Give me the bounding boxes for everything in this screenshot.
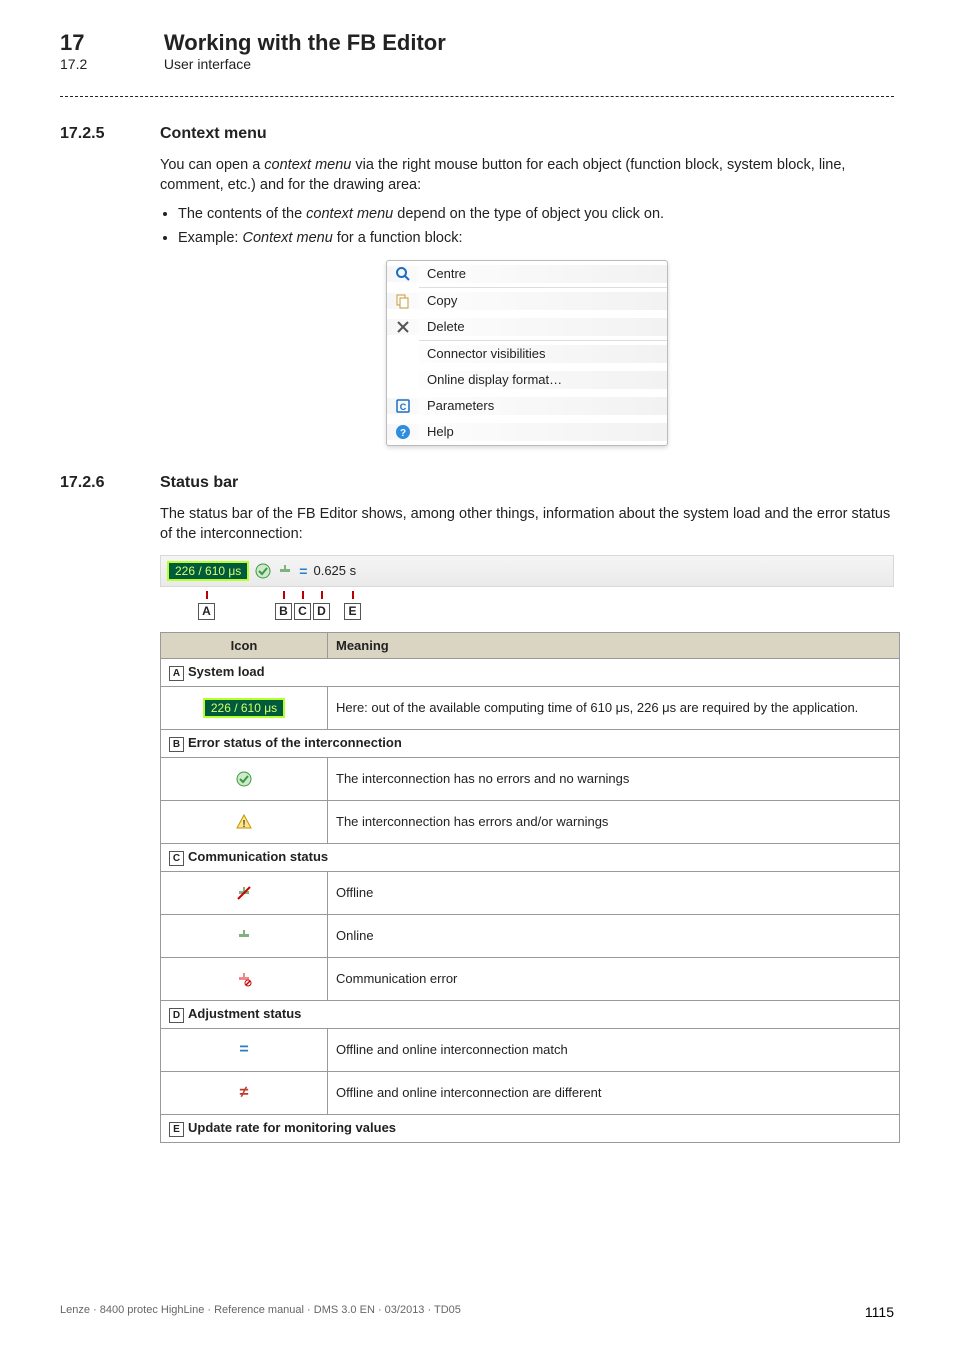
section-17-2-5-heading: 17.2.5 Context menu bbox=[60, 125, 894, 143]
section-number: 17.2 bbox=[60, 56, 160, 72]
section-title: User interface bbox=[164, 56, 251, 72]
meaning-text: Offline and online interconnection match bbox=[328, 1028, 900, 1071]
page-number: 1115 bbox=[865, 1304, 894, 1320]
system-load-indicator: 226 / 610 μs bbox=[167, 561, 249, 581]
context-menu-label: Delete bbox=[419, 318, 667, 336]
section-17-2-5-body: You can open a context menu via the righ… bbox=[160, 155, 894, 446]
meaning-text: Online bbox=[328, 914, 900, 957]
meaning-text: Offline and online interconnection are d… bbox=[328, 1071, 900, 1114]
delete-icon bbox=[395, 319, 411, 335]
bullet-example: Example: Context menu for a function blo… bbox=[178, 228, 894, 248]
heading-number: 17.2.6 bbox=[60, 474, 160, 492]
meaning-text: Communication error bbox=[328, 957, 900, 1000]
context-menu-label: Centre bbox=[419, 265, 667, 283]
svg-text:C: C bbox=[400, 402, 407, 412]
label-D: D bbox=[313, 603, 330, 620]
ok-icon bbox=[255, 563, 271, 579]
context-menu-label: Copy bbox=[419, 292, 667, 310]
copy-icon bbox=[395, 293, 411, 309]
section-A-head: ASystem load bbox=[161, 658, 900, 686]
warning-icon: ! bbox=[236, 814, 252, 830]
section-17-2-6-heading: 17.2.6 Status bar bbox=[60, 474, 894, 492]
context-menu: Centre Copy Delete Connector visibilitie… bbox=[386, 260, 668, 446]
section-C-head: CCommunication status bbox=[161, 843, 900, 871]
status-bar-annotations: A B C D E bbox=[160, 591, 894, 620]
magnifier-icon bbox=[395, 266, 411, 282]
context-menu-label: Connector visibilities bbox=[419, 345, 667, 363]
table-row: = Offline and online interconnection mat… bbox=[161, 1028, 900, 1071]
chapter-title: Working with the FB Editor bbox=[164, 30, 446, 55]
status-bar-table: Icon Meaning ASystem load 226 / 610 μs H… bbox=[160, 632, 900, 1143]
context-menu-item-parameters[interactable]: C Parameters bbox=[387, 393, 667, 419]
section-E-head: EUpdate rate for monitoring values bbox=[161, 1114, 900, 1142]
meaning-text: The interconnection has errors and/or wa… bbox=[328, 800, 900, 843]
context-menu-label: Online display format… bbox=[419, 371, 667, 389]
label-A: A bbox=[198, 603, 215, 620]
context-menu-item-connector[interactable]: Connector visibilities bbox=[387, 341, 667, 367]
section-B-head: BError status of the interconnection bbox=[161, 729, 900, 757]
parameters-icon: C bbox=[395, 398, 411, 414]
page-header: 17 Working with the FB Editor 17.2 User … bbox=[60, 30, 894, 72]
table-row: 226 / 610 μs Here: out of the available … bbox=[161, 686, 900, 729]
status-bar-intro: The status bar of the FB Editor shows, a… bbox=[160, 504, 894, 545]
ok-icon bbox=[236, 771, 252, 787]
table-row: ≠ Offline and online interconnection are… bbox=[161, 1071, 900, 1114]
table-row: The interconnection has no errors and no… bbox=[161, 757, 900, 800]
section-D-head: DAdjustment status bbox=[161, 1000, 900, 1028]
monitoring-time: 0.625 s bbox=[313, 563, 356, 578]
label-E: E bbox=[344, 603, 361, 620]
context-menu-item-copy[interactable]: Copy bbox=[387, 288, 667, 314]
page-footer: Lenze · 8400 protec HighLine · Reference… bbox=[60, 1304, 894, 1320]
svg-text:?: ? bbox=[400, 428, 406, 439]
context-menu-item-delete[interactable]: Delete bbox=[387, 314, 667, 340]
chapter-number: 17 bbox=[60, 30, 160, 56]
heading-title: Status bar bbox=[160, 474, 238, 492]
online-icon bbox=[277, 563, 293, 579]
context-menu-item-online-format[interactable]: Online display format… bbox=[387, 367, 667, 393]
system-load-example: 226 / 610 μs bbox=[203, 698, 285, 718]
meaning-text: Here: out of the available computing tim… bbox=[328, 686, 900, 729]
section-17-2-6-body: The status bar of the FB Editor shows, a… bbox=[160, 504, 894, 545]
online-icon bbox=[236, 928, 252, 944]
label-B: B bbox=[275, 603, 292, 620]
context-menu-label: Parameters bbox=[419, 397, 667, 415]
heading-title: Context menu bbox=[160, 125, 267, 143]
communication-error-icon bbox=[236, 971, 252, 987]
context-menu-item-centre[interactable]: Centre bbox=[387, 261, 667, 287]
intro-paragraph: You can open a context menu via the righ… bbox=[160, 155, 894, 196]
table-row: Offline bbox=[161, 871, 900, 914]
table-row: Communication error bbox=[161, 957, 900, 1000]
meaning-text: Offline bbox=[328, 871, 900, 914]
col-icon-header: Icon bbox=[161, 632, 328, 658]
svg-text:!: ! bbox=[242, 819, 245, 830]
bullet-contents-depend: The contents of the context menu depend … bbox=[178, 204, 894, 224]
offline-icon bbox=[236, 885, 252, 901]
meaning-text: The interconnection has no errors and no… bbox=[328, 757, 900, 800]
context-menu-label: Help bbox=[419, 423, 667, 441]
separator bbox=[60, 96, 894, 97]
context-menu-item-help[interactable]: ? Help bbox=[387, 419, 667, 445]
status-bar: 226 / 610 μs = 0.625 s bbox=[160, 555, 894, 587]
match-icon: = bbox=[239, 1041, 248, 1058]
col-meaning-header: Meaning bbox=[328, 632, 900, 658]
table-row: ! The interconnection has errors and/or … bbox=[161, 800, 900, 843]
equals-icon: = bbox=[299, 563, 307, 579]
help-icon: ? bbox=[395, 424, 411, 440]
mismatch-icon: ≠ bbox=[240, 1084, 249, 1101]
table-row: Online bbox=[161, 914, 900, 957]
label-C: C bbox=[294, 603, 311, 620]
footer-left: Lenze · 8400 protec HighLine · Reference… bbox=[60, 1304, 461, 1320]
heading-number: 17.2.5 bbox=[60, 125, 160, 143]
